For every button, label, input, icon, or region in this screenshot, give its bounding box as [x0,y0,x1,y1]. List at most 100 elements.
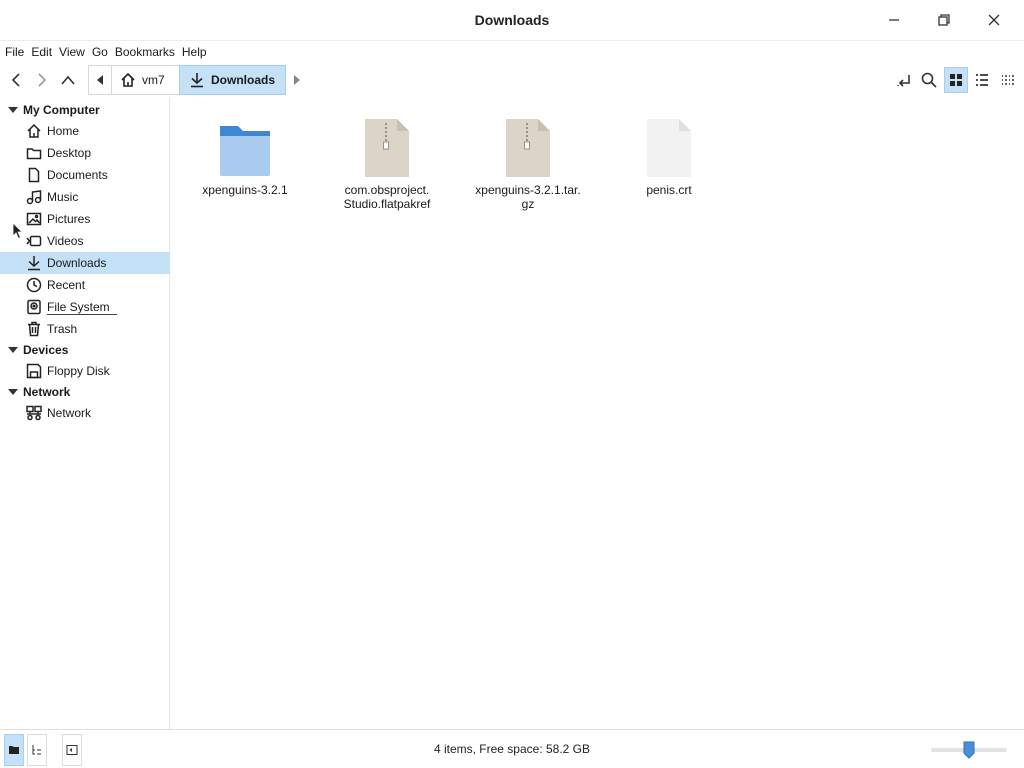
archive-icon [468,117,588,179]
document-icon [26,167,42,183]
focus-underline [47,314,117,315]
picture-icon [26,211,42,227]
sidebar-item-label: Network [47,406,92,420]
home-icon [26,123,42,139]
sidebar-item-label: Pictures [47,212,91,226]
expand-triangle-icon [8,347,18,353]
file-item[interactable]: penis.crt [609,117,729,197]
toggle-location-button[interactable] [893,68,915,92]
download-icon [191,73,203,88]
sidebar-item-documents[interactable]: Documents [0,164,170,186]
forward-button[interactable] [31,68,53,92]
window-title: Downloads [474,12,550,28]
search-button[interactable] [918,68,940,92]
drive-icon [26,299,42,315]
back-button[interactable] [5,68,27,92]
sidebar-item-label: Documents [47,168,108,182]
folder-icon [185,117,305,179]
mouse-cursor-icon [12,222,23,240]
restore-icon [938,14,950,26]
trash-icon [26,321,42,337]
sidebar-item-desktop[interactable]: Desktop [0,142,170,164]
section-title: Devices [23,343,69,357]
grid-view-icon [950,74,962,86]
breadcrumb-scroll-right[interactable] [290,68,304,92]
expand-triangle-icon [8,389,18,395]
sidebar-item-label: Recent [47,278,86,292]
list-view-button[interactable] [970,67,994,93]
status-bar: 4 items, Free space: 58.2 GB [0,729,1024,768]
clock-icon [26,277,42,293]
menu-file[interactable]: File [5,45,24,59]
file-item[interactable]: xpenguins-3.2.1.tar. gz [468,117,588,211]
sidebar-item-label: Music [47,190,79,204]
section-title: My Computer [23,103,100,117]
sidebar-item-label: Trash [47,322,78,336]
menu-help[interactable]: Help [182,45,207,59]
sidebar-item-label: Videos [47,234,84,248]
sidebar-item-home[interactable]: Home [0,120,170,142]
section-network[interactable]: Network [0,382,70,402]
file-name: penis.crt [646,183,692,197]
up-button[interactable] [57,68,79,92]
expand-triangle-icon [8,107,18,113]
icon-view-button[interactable] [944,67,968,93]
sidebar-item-trash[interactable]: Trash [0,318,170,340]
zoom-slider-handle[interactable] [963,741,975,759]
maximize-button[interactable] [931,8,957,32]
list-view-icon [976,74,988,86]
close-button[interactable] [981,8,1007,32]
compact-view-button[interactable] [996,67,1020,93]
sidebar-item-label: File System [47,300,110,314]
status-text: 4 items, Free space: 58.2 GB [433,742,591,756]
sidebar: My Computer Home Desktop Documents Music… [0,97,170,729]
home-icon [121,72,135,87]
section-my-computer[interactable]: My Computer [0,100,100,120]
file-item[interactable]: com.obsproject. Studio.flatpakref [327,117,447,211]
sidebar-item-recent[interactable]: Recent [0,274,170,296]
file-name: xpenguins-3.2.1.tar. gz [475,183,581,211]
network-icon [26,405,42,421]
sidebar-item-label: Floppy Disk [47,364,110,378]
breadcrumb-current[interactable]: Downloads [179,65,286,95]
minimize-button[interactable] [881,8,907,32]
menu-bookmarks[interactable]: Bookmarks [115,45,175,59]
sidebar-item-pictures[interactable]: Pictures [0,208,170,230]
search-icon [921,72,937,88]
download-icon [26,255,42,271]
sidebar-item-music[interactable]: Music [0,186,170,208]
music-icon [26,189,42,205]
sidebar-item-downloads[interactable]: Downloads [0,252,170,274]
breadcrumb-scroll-left[interactable] [88,65,111,95]
triangle-right-icon [294,75,300,85]
sidebar-item-floppy-disk[interactable]: Floppy Disk [0,360,170,382]
menu-edit[interactable]: Edit [31,45,52,59]
menu-bar: File Edit View Go Bookmarks Help [0,40,1024,62]
menu-go[interactable]: Go [92,45,108,59]
forward-arrow-icon [38,73,47,87]
archive-icon [327,117,447,179]
close-icon [988,14,1000,26]
sidebar-item-label: Desktop [47,146,92,160]
menu-view[interactable]: View [59,45,85,59]
breadcrumb-home-label: vm7 [142,73,165,87]
back-arrow-icon [11,73,20,87]
breadcrumb-home[interactable]: vm7 [111,65,179,95]
sidebar-item-network[interactable]: Network [0,402,170,424]
toolbar: vm7 Downloads [0,64,1024,96]
title-bar: Downloads [0,0,1024,40]
section-devices[interactable]: Devices [0,340,68,360]
file-name: xpenguins-3.2.1 [202,183,288,197]
compact-view-icon [1002,75,1014,85]
section-title: Network [23,385,71,399]
file-item[interactable]: xpenguins-3.2.1 [185,117,305,197]
up-arrow-icon [61,75,75,85]
location-entry-icon [897,75,910,87]
sidebar-item-label: Downloads [47,256,107,270]
sidebar-item-videos[interactable]: Videos [0,230,170,252]
file-view[interactable]: xpenguins-3.2.1 com.obsproject. Studio.fl… [171,97,1024,729]
folder-icon [26,145,42,161]
breadcrumb-current-label: Downloads [211,73,276,87]
video-icon [26,233,42,249]
floppy-icon [26,363,42,379]
